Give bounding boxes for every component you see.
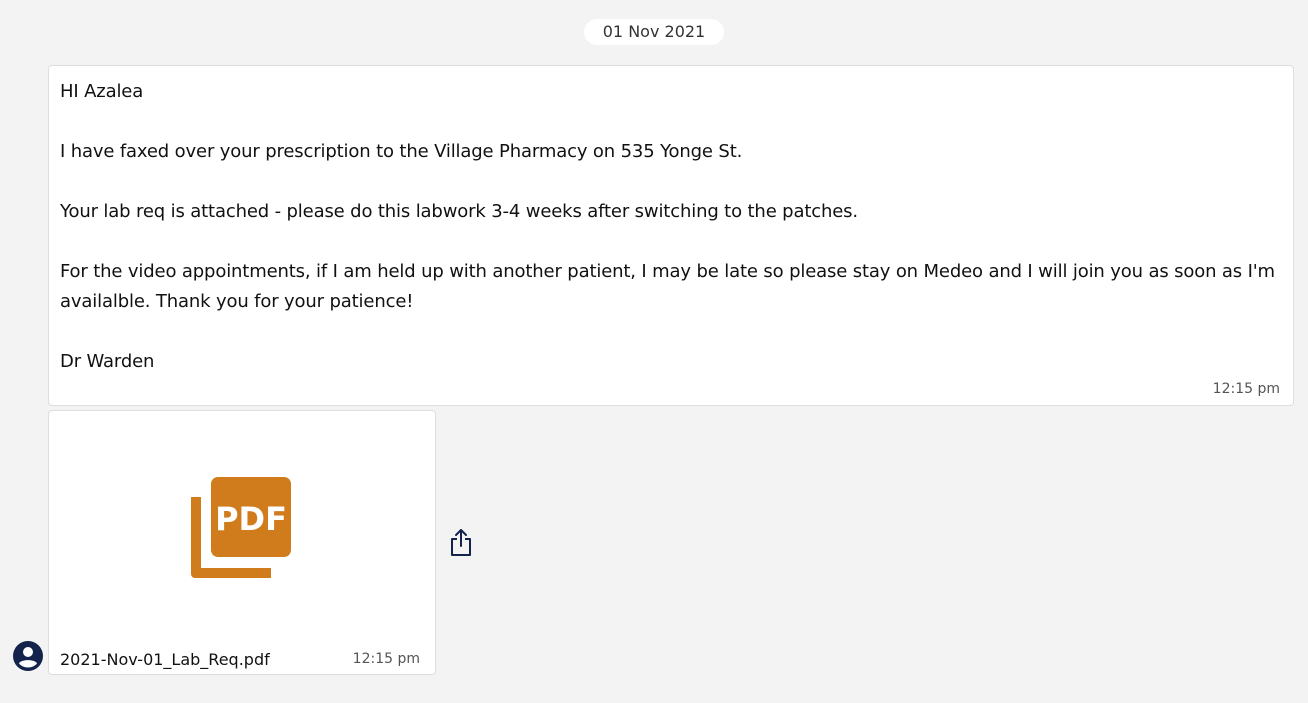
attachment-timestamp: 12:15 pm	[352, 651, 420, 667]
user-avatar-icon	[13, 641, 43, 671]
sender-avatar	[13, 641, 43, 671]
message-signature: Dr Warden	[60, 351, 155, 372]
chat-thread: 01 Nov 2021 HI Azalea I have faxed over …	[0, 0, 1308, 703]
message-line-video-appointments-cont: availalble. Thank you for your patience!	[60, 291, 414, 312]
share-icon	[451, 529, 471, 556]
share-button[interactable]	[449, 528, 473, 558]
message-timestamp: 12:15 pm	[1212, 381, 1280, 397]
pdf-icon-label: PDF	[215, 500, 287, 538]
message-line-prescription: I have faxed over your prescription to t…	[60, 141, 743, 162]
attachment-file-name[interactable]: 2021-Nov-01_Lab_Req.pdf	[60, 650, 270, 669]
message-line-video-appointments: For the video appointments, if I am held…	[60, 261, 1275, 282]
attachment-card[interactable]: PDF 2021-Nov-01_Lab_Req.pdf 12:15 pm	[48, 410, 436, 675]
message-line-lab-req: Your lab req is attached - please do thi…	[60, 201, 858, 222]
pdf-file-icon: PDF	[191, 477, 291, 578]
message-body: HI Azalea I have faxed over your prescri…	[60, 77, 1285, 377]
date-divider: 01 Nov 2021	[584, 19, 724, 45]
message-bubble: HI Azalea I have faxed over your prescri…	[48, 65, 1294, 406]
message-greeting: HI Azalea	[60, 81, 144, 102]
